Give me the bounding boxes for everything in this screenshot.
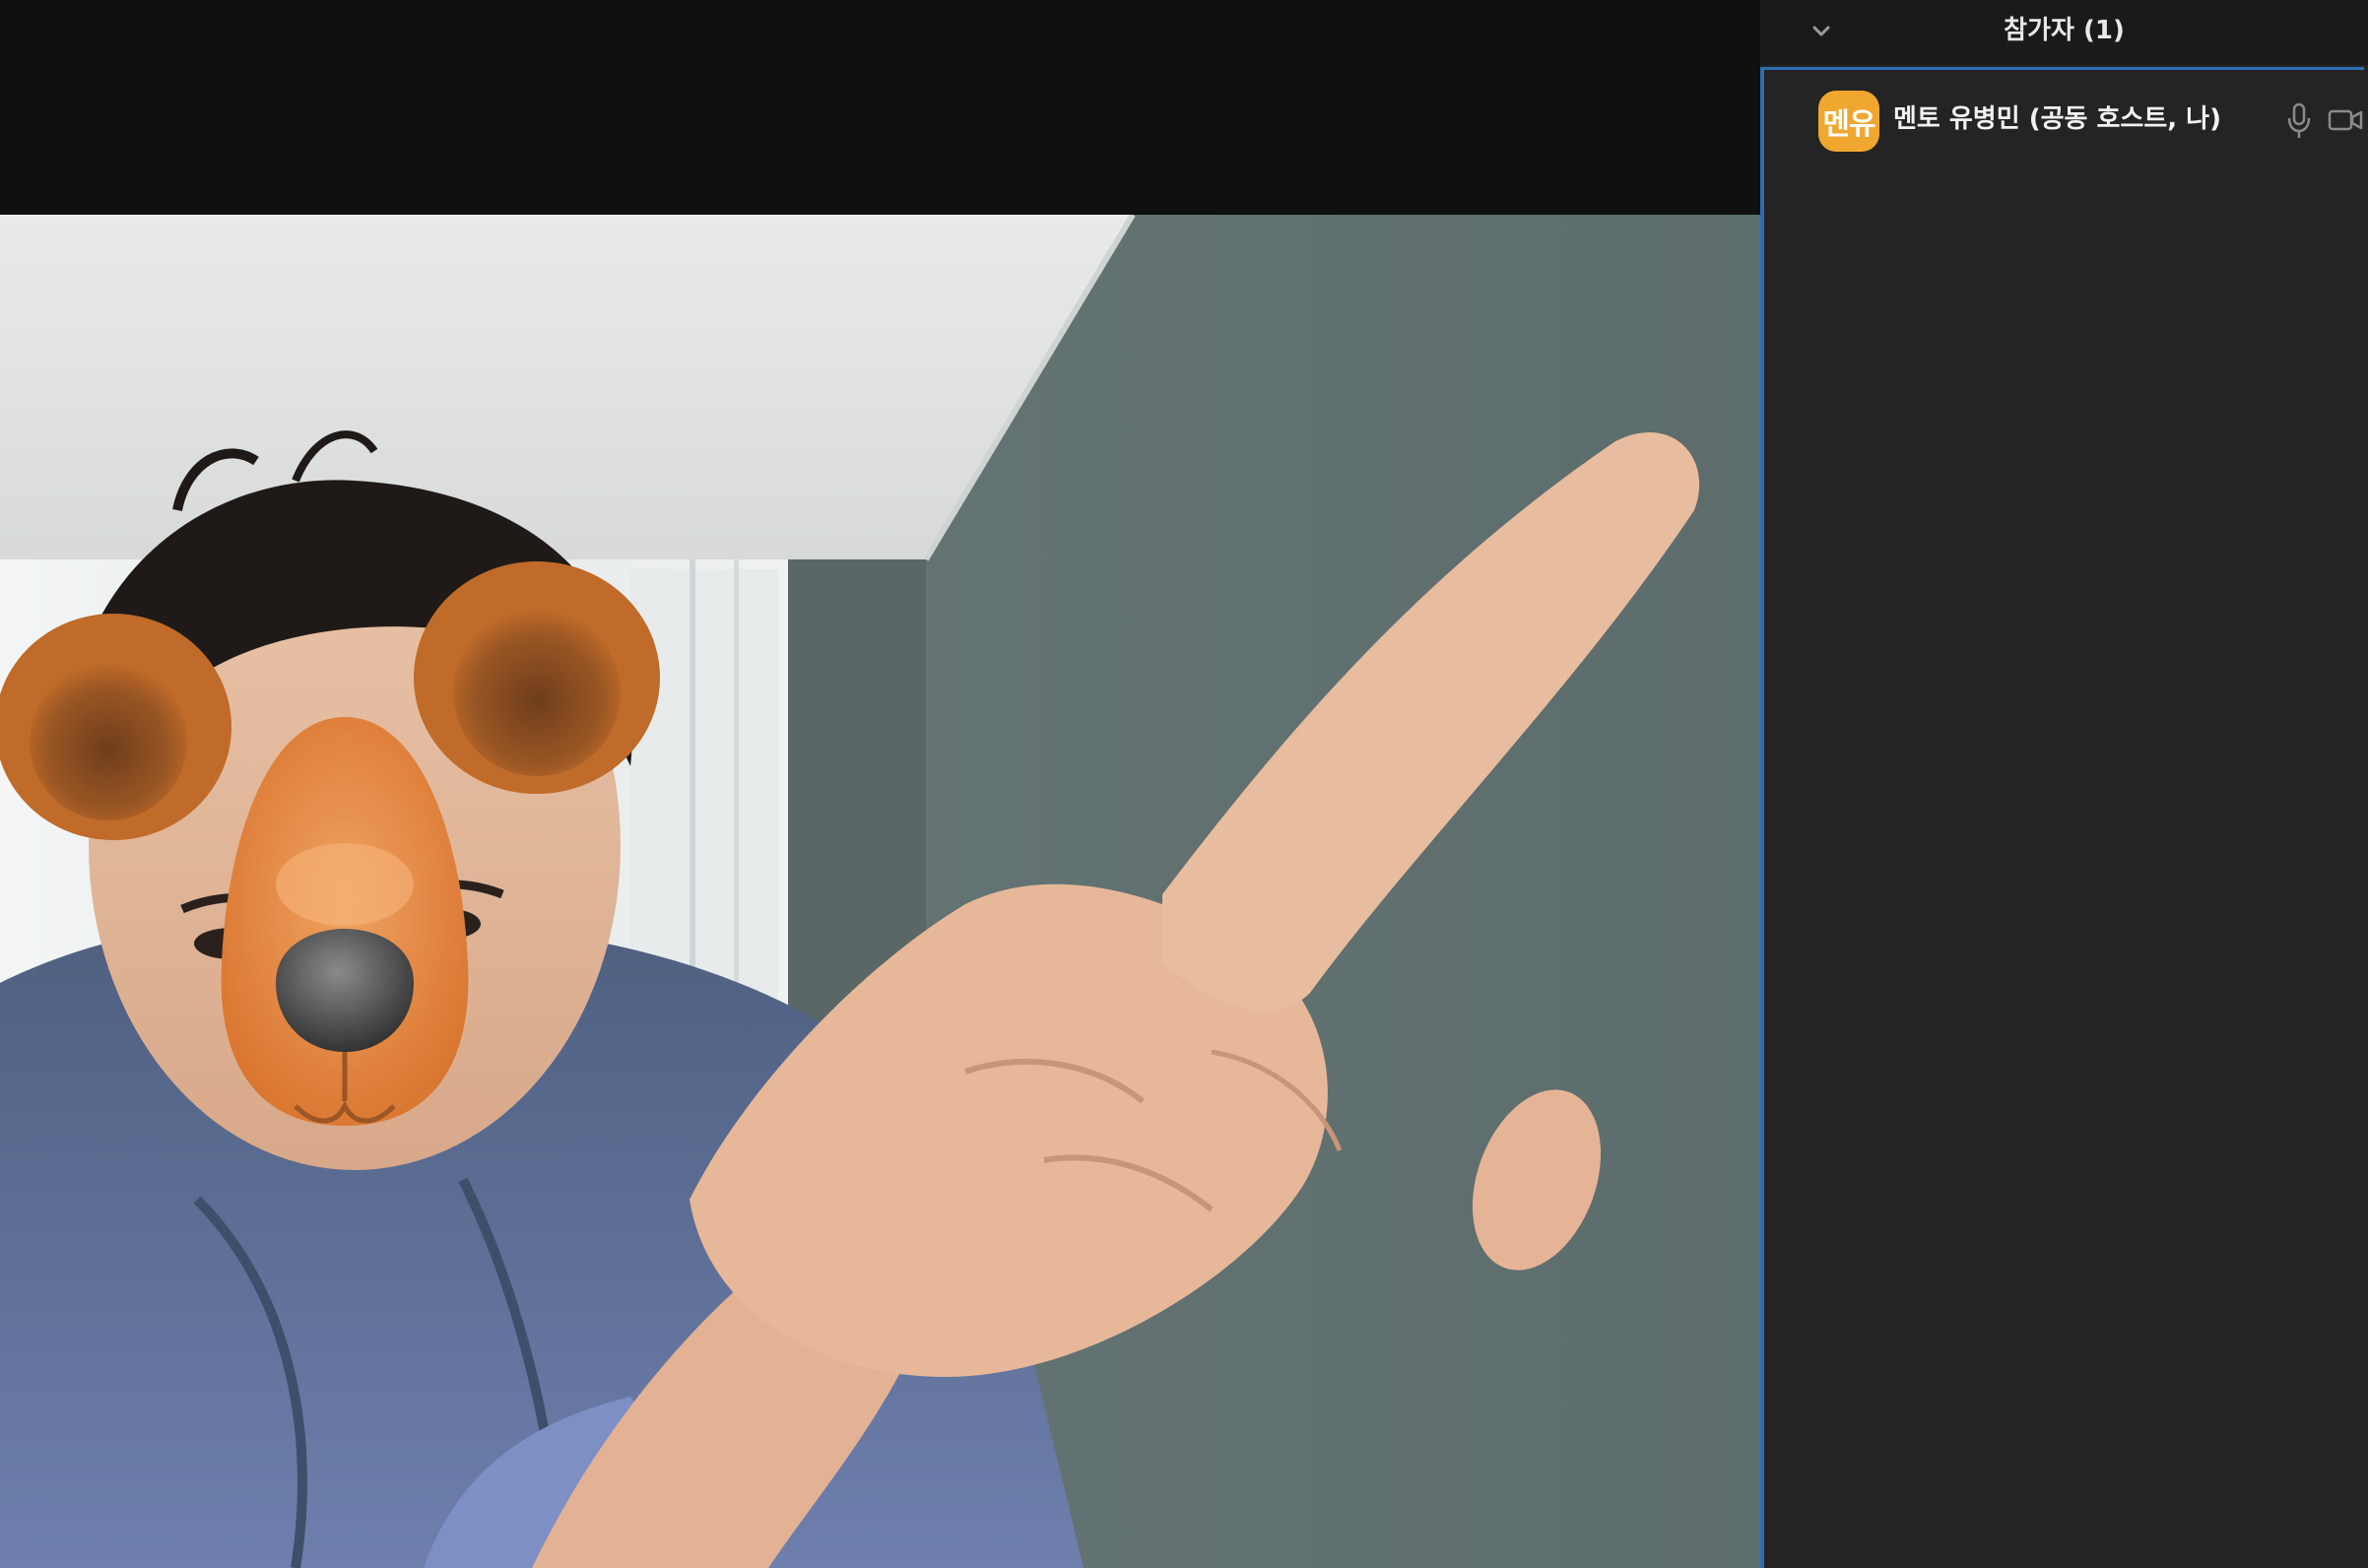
chevron-down-icon[interactable] xyxy=(1804,14,1839,49)
avatar: 멘유 xyxy=(1818,91,1879,152)
participants-panel: 참가자 (1) 멘유 멘토 유병민 (공동 호스트, 나) xyxy=(1760,0,2368,1568)
video-camera-icon[interactable] xyxy=(2328,105,2363,135)
participant-name: 멘토 유병민 (공동 호스트, 나) xyxy=(1893,104,2221,134)
video-image xyxy=(0,215,1760,1568)
participants-panel-title: 참가자 (1) xyxy=(2004,16,2125,45)
video-area xyxy=(0,0,1760,1568)
participants-panel-header: 참가자 (1) xyxy=(1760,0,2368,65)
microphone-icon[interactable] xyxy=(2284,101,2314,141)
participant-row[interactable]: 멘유 멘토 유병민 (공동 호스트, 나) xyxy=(1764,70,2364,168)
participants-list: 멘유 멘토 유병민 (공동 호스트, 나) xyxy=(1760,67,2364,1568)
participant-video-feed[interactable] xyxy=(0,215,1760,1568)
zoom-meeting-window: 참가자 (1) 멘유 멘토 유병민 (공동 호스트, 나) xyxy=(0,0,2368,1568)
